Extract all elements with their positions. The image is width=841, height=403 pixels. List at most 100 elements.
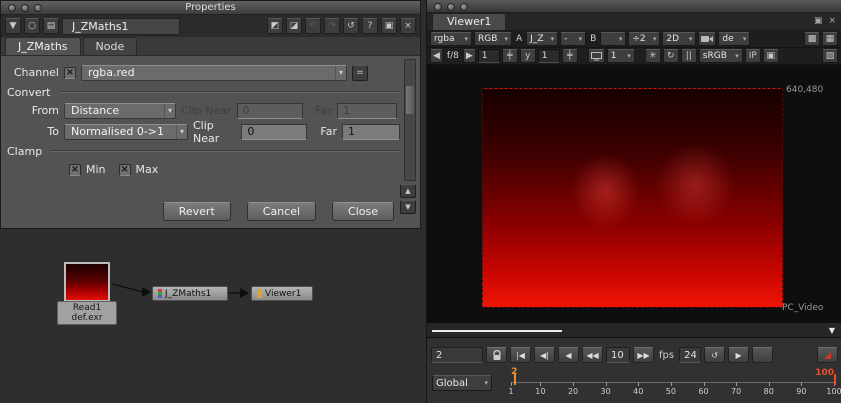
- tab-jzmaths[interactable]: J_ZMaths: [5, 37, 81, 55]
- save-preset-icon[interactable]: ▤: [43, 18, 59, 34]
- layout-dropdown[interactable]: de ▾: [718, 32, 751, 46]
- frame-increment-input[interactable]: [606, 347, 630, 363]
- pause-icon[interactable]: ||: [680, 49, 697, 63]
- play-backward-button[interactable]: ◀: [558, 347, 579, 363]
- cancel-button[interactable]: Cancel: [246, 202, 317, 221]
- gain-slider-icon[interactable]: ╪: [501, 49, 518, 63]
- timeline-ruler[interactable]: 1 10 20 30 40 50 60 70 80 90 100 2 100: [508, 367, 841, 403]
- float-panel-icon[interactable]: ▣: [814, 16, 823, 26]
- close-panel-icon[interactable]: ×: [400, 18, 416, 34]
- frame-range-dropdown[interactable]: Global ▾: [432, 375, 492, 391]
- window-close-button[interactable]: [434, 3, 442, 11]
- scroll-up-icon[interactable]: ▲: [400, 184, 416, 198]
- swatch-b-icon[interactable]: ◪: [286, 18, 302, 34]
- horizontal-scrollbar[interactable]: [432, 330, 562, 332]
- lock-range-icon[interactable]: [486, 347, 507, 363]
- to-clip-near-field[interactable]: 0: [241, 123, 308, 140]
- scrollbar-thumb[interactable]: [406, 86, 414, 114]
- play-forward-button[interactable]: ▶: [728, 347, 750, 363]
- snapshot-icon[interactable]: ○: [24, 18, 40, 34]
- window-minimize-button[interactable]: [21, 4, 29, 12]
- properties-titlebar[interactable]: Properties: [1, 1, 420, 15]
- tab-viewer1[interactable]: Viewer1: [432, 13, 507, 30]
- channels-dropdown[interactable]: rgba ▾: [430, 32, 472, 46]
- proxy-dropdown[interactable]: ÷2 ▾: [628, 32, 661, 46]
- refresh-icon[interactable]: ↻: [662, 49, 679, 63]
- channel-dropdown[interactable]: rgba.red ▾: [81, 64, 347, 81]
- buffer-a-dropdown[interactable]: J_Z ▾: [526, 32, 559, 46]
- rendered-image[interactable]: [482, 88, 783, 308]
- window-zoom-button[interactable]: [34, 4, 42, 12]
- window-zoom-button[interactable]: [460, 3, 468, 11]
- tick-label: 30: [600, 387, 611, 396]
- clamp-min-checkbox[interactable]: ×: [69, 163, 81, 176]
- swatch-a-icon[interactable]: ◩: [267, 18, 283, 34]
- checker-background-icon[interactable]: ▩: [804, 32, 820, 46]
- viewer-scroll-strip[interactable]: ▼: [427, 322, 841, 338]
- close-panel-icon[interactable]: ×: [828, 16, 836, 26]
- roi-icon[interactable]: ✳: [644, 49, 661, 63]
- goto-start-button[interactable]: |◀: [510, 347, 531, 363]
- revert-button[interactable]: Revert: [162, 202, 231, 221]
- camera-icon[interactable]: [698, 32, 717, 46]
- fps-input[interactable]: [679, 347, 702, 363]
- read-node-thumbnail[interactable]: [64, 262, 110, 302]
- node-name-input[interactable]: [62, 17, 180, 35]
- window-close-button[interactable]: [8, 4, 16, 12]
- zmaths-node[interactable]: J_ZMaths1: [152, 286, 228, 301]
- wipe-mode-dropdown[interactable]: - ▾: [560, 32, 587, 46]
- clamp-max-checkbox[interactable]: ×: [118, 163, 131, 176]
- to-dropdown[interactable]: Normalised 0->1 ▾: [64, 123, 188, 140]
- end-frame-marker[interactable]: 100: [815, 368, 834, 378]
- clipping-warning-icon[interactable]: ▣: [762, 49, 779, 63]
- node-graph[interactable]: Read1 def.exr J_ZMaths1 Viewer1: [0, 229, 426, 403]
- gamma-toggle[interactable]: y: [519, 49, 536, 63]
- display-style-dropdown[interactable]: RGB ▾: [474, 32, 512, 46]
- properties-scrollbar[interactable]: [404, 59, 416, 181]
- window-minimize-button[interactable]: [447, 3, 455, 11]
- scroll-down-icon[interactable]: ▼: [400, 200, 416, 214]
- downrez-dropdown[interactable]: 1 ▾: [606, 49, 635, 63]
- channel-equals-button[interactable]: =: [352, 64, 368, 81]
- monitor-output-icon[interactable]: [587, 49, 605, 63]
- overscan-stripes-icon[interactable]: ▨: [822, 49, 838, 63]
- loop-mode-button[interactable]: ↺: [704, 347, 726, 363]
- revert-icon[interactable]: ↺: [343, 18, 359, 34]
- input-process-toggle[interactable]: IP: [744, 49, 761, 63]
- gain-increase-icon[interactable]: ▶: [462, 49, 476, 63]
- viewer-titlebar[interactable]: [427, 0, 841, 13]
- viewer-canvas[interactable]: 640,480 PC_Video: [427, 65, 841, 322]
- help-button[interactable]: ?: [362, 18, 378, 34]
- current-frame-marker[interactable]: 2: [511, 367, 517, 377]
- tab-node[interactable]: Node: [82, 37, 138, 55]
- step-forward-button[interactable]: ▶▶: [633, 347, 654, 363]
- float-panel-icon[interactable]: ▣: [381, 18, 397, 34]
- from-clip-near-field[interactable]: 0: [236, 102, 303, 119]
- from-far-field[interactable]: 1: [337, 102, 398, 119]
- prev-keyframe-button[interactable]: ◀|: [534, 347, 555, 363]
- flipbook-button[interactable]: [752, 347, 774, 363]
- viewer-node[interactable]: Viewer1: [251, 286, 313, 301]
- from-dropdown[interactable]: Distance ▾: [64, 102, 176, 119]
- properties-window: Properties ▼ ○ ▤ ◩ ◪ ↶ ↷ ↺ ? ▣ × J_ZMath…: [0, 0, 421, 229]
- gain-input[interactable]: [477, 49, 500, 63]
- undo-icon[interactable]: ↶: [305, 18, 321, 34]
- disclosure-icon[interactable]: ▼: [5, 18, 21, 34]
- buffer-b-dropdown[interactable]: ▾: [600, 32, 627, 46]
- current-frame-input[interactable]: [431, 347, 483, 363]
- redo-icon[interactable]: ↷: [324, 18, 340, 34]
- channel-checkbox[interactable]: ×: [64, 66, 76, 79]
- to-far-field[interactable]: 1: [342, 123, 400, 140]
- view-mode-dropdown[interactable]: 2D ▾: [662, 32, 697, 46]
- step-back-button[interactable]: ◀◀: [582, 347, 603, 363]
- gain-decrease-icon[interactable]: ◀: [430, 49, 443, 63]
- close-button[interactable]: Close: [332, 202, 394, 221]
- gamma-slider-icon[interactable]: ╪: [561, 49, 578, 63]
- viewer-lut-dropdown[interactable]: sRGB ▾: [698, 49, 743, 63]
- gamma-input[interactable]: [537, 49, 560, 63]
- render-flag-button[interactable]: [817, 347, 838, 363]
- read-node[interactable]: Read1 def.exr: [57, 301, 117, 325]
- collapse-toolbar-icon[interactable]: ▼: [829, 326, 835, 335]
- fps-label: fps: [659, 349, 675, 361]
- fit-viewer-icon[interactable]: ▦: [822, 32, 838, 46]
